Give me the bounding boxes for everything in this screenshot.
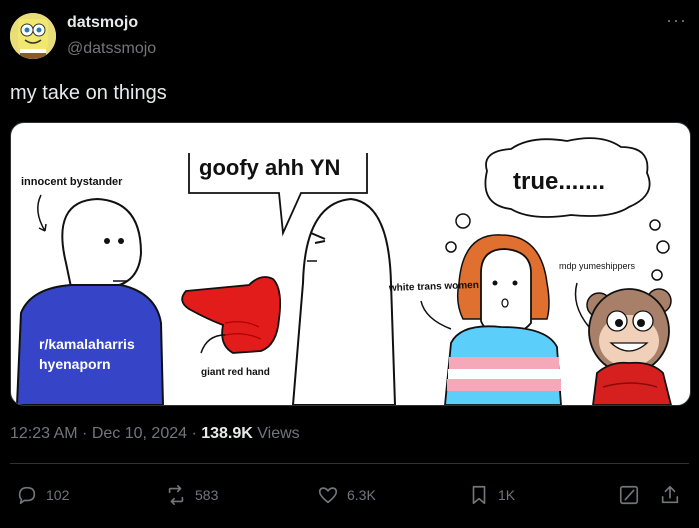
divider: [10, 463, 689, 464]
user-handle[interactable]: @datssmojo: [67, 40, 156, 58]
more-options-icon[interactable]: ···: [666, 10, 687, 31]
label-kamala-line2: hyenaporn: [39, 356, 111, 372]
heart-icon: [318, 487, 338, 504]
comic-illustration: innocent bystander r/kamalaharris hyenap…: [15, 137, 672, 405]
bookmark-icon: [472, 485, 486, 505]
arrow-bystander: [37, 194, 46, 232]
like-button[interactable]: 6.3K: [317, 478, 376, 512]
display-name[interactable]: datsmojo: [67, 14, 138, 32]
bystander-head: [61, 197, 143, 288]
tweet-image[interactable]: innocent bystander r/kamalaharris hyenap…: [10, 122, 691, 406]
reply-icon: [18, 486, 36, 505]
tweet-meta: 12:23 AM · Dec 10, 2024 · 138.9K Views: [10, 425, 300, 443]
tweet-text: my take on things: [10, 82, 167, 104]
label-giant-red-hand: giant red hand: [201, 367, 270, 378]
reply-button[interactable]: 102: [16, 478, 69, 512]
action-bar: 102 583 6.3K 1K: [0, 478, 699, 512]
label-mdp: mdp yumeshippers: [559, 261, 636, 271]
repost-button[interactable]: 583: [165, 478, 218, 512]
like-count: 6.3K: [347, 487, 376, 503]
tweet-date[interactable]: Dec 10, 2024: [92, 425, 187, 442]
label-goofy: goofy ahh YN: [199, 155, 340, 180]
views-label: Views: [252, 425, 300, 442]
label-innocent-bystander: innocent bystander: [21, 176, 123, 188]
grok-icon: [619, 485, 639, 505]
mdp-sweater: [592, 361, 672, 405]
views-count: 138.9K: [201, 425, 253, 442]
bookmark-button[interactable]: 1K: [468, 478, 515, 512]
reply-count: 102: [46, 487, 70, 503]
sponge-avatar-image: [10, 13, 56, 59]
bookmark-count: 1K: [498, 487, 516, 503]
grok-button[interactable]: [618, 478, 648, 512]
share-button[interactable]: [659, 478, 689, 512]
giant-red-hand: [181, 276, 282, 354]
tweet-time[interactable]: 12:23 AM: [10, 425, 78, 442]
repost-icon: [168, 485, 184, 505]
angry-figure: [291, 197, 397, 405]
meta-separator: ·: [77, 425, 92, 442]
label-kamala-line1: r/kamalaharris: [39, 336, 135, 352]
avatar[interactable]: [10, 13, 56, 59]
meta-separator: ·: [187, 425, 202, 442]
share-icon: [661, 485, 679, 504]
label-true: true.......: [513, 168, 605, 195]
repost-count: 583: [195, 487, 219, 503]
